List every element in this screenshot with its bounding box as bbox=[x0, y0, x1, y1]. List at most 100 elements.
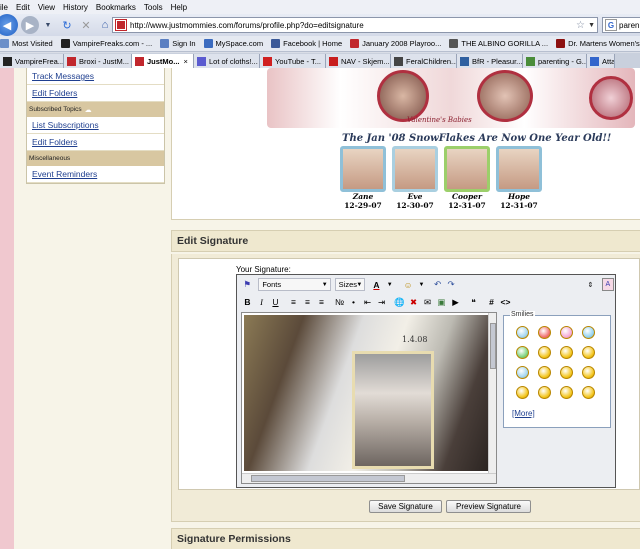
bookmark-item[interactable]: THE ALBINO GORILLA ... bbox=[449, 39, 548, 48]
smilie-icon[interactable] bbox=[560, 366, 573, 379]
menu-item[interactable]: History bbox=[63, 3, 88, 12]
size-select[interactable]: Sizes ▼ bbox=[334, 278, 366, 291]
sidebar-link[interactable]: Event Reminders bbox=[27, 166, 164, 183]
browser-tab[interactable]: NAV - Skjem... bbox=[326, 54, 391, 68]
smilie-icon[interactable] bbox=[560, 386, 573, 399]
indent-icon[interactable]: ⇥ bbox=[375, 296, 388, 309]
browser-tab[interactable]: parenting - G... bbox=[523, 54, 587, 68]
google-search-icon[interactable]: G bbox=[605, 19, 617, 31]
vertical-scroll-thumb[interactable] bbox=[490, 323, 496, 369]
tab-label: NAV - Skjem... bbox=[341, 56, 390, 66]
horizontal-scroll-thumb[interactable] bbox=[251, 475, 405, 482]
menu-item[interactable]: Bookmarks bbox=[96, 3, 136, 12]
quote-icon[interactable]: ❝ bbox=[467, 296, 480, 309]
dropdown-history-icon[interactable]: ▼ bbox=[41, 18, 55, 32]
vertical-scrollbar[interactable] bbox=[488, 313, 496, 473]
smilie-icon[interactable] bbox=[582, 386, 595, 399]
smilie-icon[interactable] bbox=[582, 346, 595, 359]
text-color-icon[interactable]: A bbox=[370, 278, 382, 291]
close-tab-icon[interactable]: × bbox=[184, 57, 188, 66]
underline-icon[interactable]: U bbox=[269, 296, 282, 309]
ordered-list-icon[interactable]: № bbox=[333, 296, 346, 309]
preview-signature-button[interactable]: Preview Signature bbox=[446, 500, 531, 513]
remove-link-icon[interactable]: ✖ bbox=[407, 296, 420, 309]
smilie-icon[interactable] bbox=[582, 326, 595, 339]
switch-mode-icon[interactable]: A bbox=[601, 278, 614, 291]
address-bar[interactable]: http://www.justmommies.com/forums/profil… bbox=[112, 17, 598, 33]
smilie-icon[interactable] bbox=[538, 386, 551, 399]
align-left-icon[interactable]: ≡ bbox=[287, 296, 300, 309]
browser-tab[interactable]: JustMo... × bbox=[132, 54, 194, 68]
bookmark-item[interactable]: January 2008 Playroo... bbox=[350, 39, 441, 48]
code-hash-icon[interactable]: # bbox=[485, 296, 498, 309]
html-code-icon[interactable]: <> bbox=[499, 296, 512, 309]
smilie-icon[interactable] bbox=[516, 326, 529, 339]
unordered-list-icon[interactable]: • bbox=[347, 296, 360, 309]
bookmark-item[interactable]: MySpace.com bbox=[203, 39, 263, 48]
menu-item[interactable]: ile bbox=[0, 3, 8, 12]
redo-icon[interactable]: ↷ bbox=[445, 278, 457, 291]
resize-arrows-icon[interactable]: ⇕ bbox=[584, 278, 596, 291]
bookmark-item[interactable]: VampireFreaks.com - ... bbox=[60, 39, 152, 48]
outdent-icon[interactable]: ⇤ bbox=[361, 296, 374, 309]
color-dropdown-icon[interactable]: ▼ bbox=[384, 278, 396, 291]
bookmark-star-icon[interactable]: ☆ bbox=[576, 20, 585, 31]
search-box[interactable]: G paren bbox=[602, 17, 640, 33]
forward-button[interactable]: ▶ bbox=[21, 16, 39, 34]
kid-name: Eve bbox=[407, 192, 423, 201]
url-dropdown-icon[interactable]: ▼ bbox=[588, 22, 595, 29]
sidebar-link[interactable]: List Subscriptions bbox=[27, 117, 164, 134]
more-smilies-link[interactable]: [More] bbox=[512, 409, 535, 418]
browser-tab[interactable]: Lot of cloths!... bbox=[194, 54, 260, 68]
browser-tab[interactable]: VampireFrea... bbox=[0, 54, 64, 68]
smilie-icon[interactable] bbox=[516, 366, 529, 379]
smilie-icon[interactable] bbox=[560, 346, 573, 359]
bold-icon[interactable]: B bbox=[241, 296, 254, 309]
align-right-icon[interactable]: ≡ bbox=[315, 296, 328, 309]
browser-tab[interactable]: BfR - Pleasur... bbox=[457, 54, 523, 68]
smilie-dropdown-icon[interactable]: ▼ bbox=[415, 278, 427, 291]
smilie-icon[interactable] bbox=[516, 386, 529, 399]
undo-icon[interactable]: ↶ bbox=[432, 278, 444, 291]
insert-link-icon[interactable]: 🌐 bbox=[393, 296, 406, 309]
save-signature-button[interactable]: Save Signature bbox=[369, 500, 442, 513]
reload-icon[interactable]: ↻ bbox=[60, 18, 74, 32]
bookmark-item[interactable]: Sign In bbox=[160, 39, 196, 48]
browser-tab[interactable]: Atta bbox=[587, 54, 615, 68]
browser-tab[interactable]: FeralChildren... bbox=[391, 54, 457, 68]
remove-format-icon[interactable]: ⚑ bbox=[241, 278, 253, 291]
browser-tab[interactable]: YouTube - T... bbox=[260, 54, 326, 68]
smilie-picker-icon[interactable]: ☺ bbox=[402, 278, 414, 291]
snowflakes-signature-image: The Jan '08 SnowFlakes Are Now One Year … bbox=[332, 131, 611, 213]
smilie-icon[interactable] bbox=[582, 366, 595, 379]
back-button[interactable]: ◀ bbox=[0, 14, 18, 36]
smilie-icon[interactable] bbox=[516, 346, 529, 359]
smilie-icon[interactable] bbox=[538, 346, 551, 359]
stop-icon[interactable]: ✕ bbox=[79, 18, 93, 32]
smilie-icon[interactable] bbox=[538, 326, 551, 339]
font-select[interactable]: Fonts ▼ bbox=[258, 278, 331, 291]
menu-item[interactable]: Tools bbox=[144, 3, 163, 12]
horizontal-scrollbar[interactable] bbox=[242, 473, 496, 483]
sidebar-link[interactable]: Edit Folders bbox=[27, 85, 164, 102]
bookmark-item[interactable]: Most Visited bbox=[0, 39, 53, 48]
edit-signature-body: Your Signature: ⚑ Fonts ▼ Sizes ▼ A ▼ ☺ … bbox=[171, 254, 640, 522]
home-icon[interactable]: ⌂ bbox=[98, 18, 112, 32]
sidebar-link[interactable]: Edit Folders bbox=[27, 134, 164, 151]
align-center-icon[interactable]: ≡ bbox=[301, 296, 314, 309]
menu-item[interactable]: Help bbox=[171, 3, 187, 12]
insert-image-icon[interactable]: ▣ bbox=[435, 296, 448, 309]
signature-text-area[interactable]: 1.4.08 bbox=[241, 312, 497, 484]
browser-tab[interactable]: Broxi - JustM... bbox=[64, 54, 132, 68]
bookmark-item[interactable]: Dr. Martens Women's ... bbox=[556, 39, 640, 48]
menu-item[interactable]: View bbox=[38, 3, 55, 12]
smilie-icon[interactable] bbox=[538, 366, 551, 379]
insert-email-icon[interactable]: ✉ bbox=[421, 296, 434, 309]
menu-item[interactable]: Edit bbox=[16, 3, 30, 12]
tab-favicon-icon bbox=[67, 56, 76, 66]
smilie-icon[interactable] bbox=[560, 326, 573, 339]
italic-icon[interactable]: I bbox=[255, 296, 268, 309]
bookmark-item[interactable]: Facebook | Home bbox=[271, 39, 342, 48]
sidebar-link[interactable]: Track Messages bbox=[27, 68, 164, 85]
insert-video-icon[interactable]: ▶ bbox=[449, 296, 462, 309]
